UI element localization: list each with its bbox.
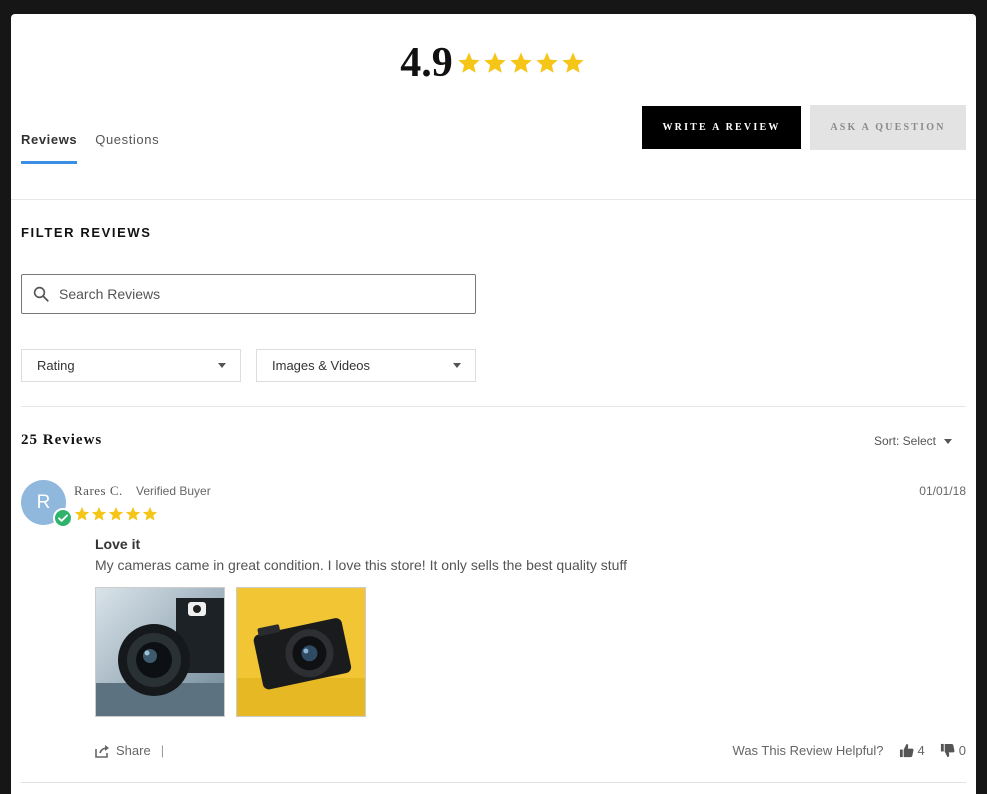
avatar-initial: R xyxy=(36,491,51,513)
chevron-down-icon xyxy=(944,438,952,444)
filter-title: FILTER REVIEWS xyxy=(21,225,152,240)
media-filter-dropdown[interactable]: Images & Videos xyxy=(256,349,476,382)
search-box[interactable] xyxy=(21,274,476,314)
star-icon xyxy=(509,51,533,75)
thumbs-down-icon[interactable] xyxy=(940,743,955,758)
review-stars xyxy=(74,506,159,522)
star-icon xyxy=(535,51,559,75)
helpful-yes-count: 4 xyxy=(917,743,925,758)
reviews-modal: 4.9 Reviews Questions WRITE A REVIEW ASK… xyxy=(11,14,976,794)
helpful-no-count: 0 xyxy=(958,743,966,758)
star-icon xyxy=(125,506,141,522)
star-icon xyxy=(142,506,158,522)
chevron-down-icon xyxy=(453,363,461,368)
search-icon xyxy=(33,286,49,302)
media-filter-label: Images & Videos xyxy=(272,358,371,373)
review-photo-compact-camera[interactable] xyxy=(236,587,366,717)
review-date: 01/01/18 xyxy=(919,484,966,498)
share-icon xyxy=(95,744,109,758)
rating-filter-label: Rating xyxy=(37,358,75,373)
search-input[interactable] xyxy=(57,285,475,303)
star-icon xyxy=(457,51,481,75)
star-icon xyxy=(561,51,585,75)
star-icon xyxy=(74,506,90,522)
average-rating: 4.9 xyxy=(400,40,453,86)
review-count: 25 Reviews xyxy=(21,432,103,448)
sort-label: Sort: Select xyxy=(873,434,936,448)
share-label: Share xyxy=(116,743,151,758)
tab-reviews[interactable]: Reviews xyxy=(21,132,78,164)
verified-buyer-label: Verified Buyer xyxy=(136,484,211,498)
review-body: My cameras came in great condition. I lo… xyxy=(95,557,627,573)
write-review-button[interactable]: WRITE A REVIEW xyxy=(642,106,801,149)
rating-summary: 4.9 xyxy=(11,42,976,84)
verified-check-icon xyxy=(53,508,73,528)
review-title: Love it xyxy=(95,536,141,552)
share-separator: | xyxy=(160,743,165,758)
star-icon xyxy=(108,506,124,522)
helpful-question: Was This Review Helpful? xyxy=(732,743,884,758)
thumbs-up-icon[interactable] xyxy=(899,743,914,758)
tab-questions[interactable]: Questions xyxy=(95,132,159,164)
ask-question-button[interactable]: ASK A QUESTION xyxy=(810,105,966,150)
tab-bar: Reviews Questions xyxy=(21,132,177,164)
star-icon xyxy=(91,506,107,522)
reviewer-name: Rares C. xyxy=(74,483,123,498)
average-stars xyxy=(457,51,587,75)
divider xyxy=(21,406,966,407)
sort-dropdown[interactable]: Sort: Select xyxy=(874,434,952,448)
star-icon xyxy=(483,51,507,75)
share-button[interactable]: Share | xyxy=(95,743,164,758)
review-photo-camera-lens[interactable] xyxy=(95,587,225,717)
helpful-votes: Was This Review Helpful? 4 0 xyxy=(733,743,966,758)
chevron-down-icon xyxy=(218,363,226,368)
divider xyxy=(11,199,976,200)
rating-filter-dropdown[interactable]: Rating xyxy=(21,349,241,382)
divider xyxy=(21,782,966,783)
